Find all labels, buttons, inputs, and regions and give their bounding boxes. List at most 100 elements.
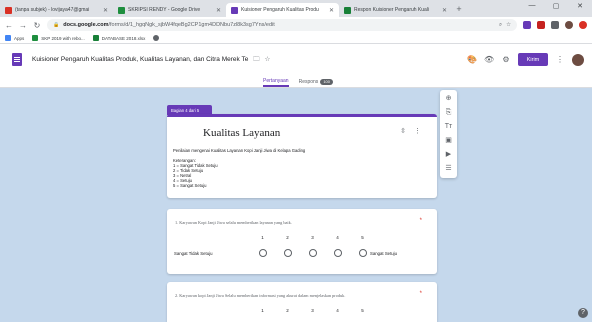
radio-button[interactable] [283,249,292,257]
bookmark-label: DATABASE 2018.xlsx [101,35,146,41]
google-drive-icon [118,6,125,14]
scale-number: 5 [361,308,364,313]
floating-toolbar: ⊕ ⎘ Tт ▣ ▶ ☰ [440,90,457,178]
bookmark-label: Apps [14,35,25,41]
scale-number: 2 [286,308,289,313]
scale-number: 4 [336,235,339,240]
google-forms-icon [231,6,238,14]
sheets-icon [92,35,99,41]
add-image-icon[interactable]: ▣ [444,136,454,146]
gmail-icon [5,6,12,14]
section-header-card[interactable]: Kualitas Layanan ⇳ ⋮ Penilaian mengenai … [167,114,437,198]
send-button[interactable]: Kirim [518,53,548,66]
question-card[interactable]: 2. Karyawan kopi Janji Jiwa Selalu membe… [167,282,437,322]
scale-option-2[interactable] [275,249,300,257]
question-text: 1. Karyawan Kopi Janji Jiwa selalu membe… [175,220,292,225]
reload-icon[interactable]: ↻ [33,21,41,30]
scale-number: 1 [261,235,264,240]
question-card[interactable]: 1. Karyawan Kopi Janji Jiwa selalu membe… [167,209,437,274]
close-icon[interactable]: ✕ [329,7,334,14]
address-bar[interactable]: 🔒 docs.google.com/forms/d/1_hgqNgk_sjbW4… [47,19,517,31]
section-actions: ⇳ ⋮ [400,127,421,135]
extension-icon[interactable] [537,21,545,29]
form-title[interactable]: Kuisioner Pengaruh Kualitas Produk, Kual… [32,55,270,66]
help-icon[interactable]: ? [578,308,588,318]
scale-number: 3 [311,308,314,313]
browser-tab-form[interactable]: Kuisioner Pengaruh Kualitas Produ ✕ [226,3,339,17]
bookmarks-bar: Apps SKP 2019 with rebo... DATABASE 2018… [0,33,592,44]
radio-button[interactable] [308,249,317,257]
responses-count-badge: 100 [320,78,333,85]
tab-label: (tanpa subjek) - lovijaya47@gmai [15,7,90,13]
radio-button[interactable] [258,249,267,257]
scale-high-label: Sangat Setuju [370,251,397,256]
radio-button[interactable] [358,249,367,257]
description-line: 5 = Sangat Setuju [173,183,207,188]
scale-option-3[interactable] [300,249,325,257]
star-icon[interactable]: ☆ [264,56,270,63]
scale-option-4[interactable] [325,249,350,257]
folder-icon[interactable]: 🗀 [253,56,260,63]
import-questions-icon[interactable]: ⎘ [444,108,454,118]
scale-low-label: Sangat Tidak Setuju [174,251,213,256]
avatar[interactable] [572,53,584,66]
add-section-icon[interactable]: ☰ [444,164,454,174]
tab-questions[interactable]: Pertanyaan [263,76,289,87]
tab-label: Kuisioner Pengaruh Kualitas Produ [241,7,319,13]
bookmark-skp[interactable]: SKP 2019 with rebo... [32,35,85,41]
new-tab-button[interactable]: + [452,3,466,17]
menu-icon[interactable] [579,21,587,29]
palette-icon[interactable]: 🎨 [467,55,477,65]
close-window-icon[interactable]: ✕ [568,2,592,10]
scale-numbers: 1 2 3 4 5 [250,308,375,313]
scale-numbers: 1 2 3 4 5 [250,235,375,240]
collapse-icon[interactable]: ⇳ [400,127,406,135]
tab-label: SKRIPSI RENDY - Google Drive [128,7,201,13]
tab-responses[interactable]: Respons 100 [299,76,333,87]
google-forms-logo-icon[interactable] [12,53,22,66]
tab-label: Pertanyaan [263,77,289,84]
browser-tab-sheets[interactable]: Respon Kuisioner Pengaruh Kuali ✕ [339,3,452,17]
scale-option-1[interactable] [250,249,275,257]
profile-avatar-icon[interactable] [565,21,573,29]
add-title-icon[interactable]: Tт [444,122,454,132]
section-title[interactable]: Kualitas Layanan [203,127,280,139]
url-path: /forms/d/1_hgqNgk_sjbW4fqeBg2CP1gm4DDNbu… [108,22,275,28]
form-tabs: Pertanyaan Respons 100 [263,76,333,87]
back-icon[interactable]: ← [5,21,13,30]
maximize-icon[interactable]: ▢ [544,2,568,10]
required-asterisk: * [419,218,422,224]
forward-icon[interactable]: → [19,21,27,30]
close-icon[interactable]: ✕ [103,7,108,14]
section-description[interactable]: Penilaian mengenai Kualitas Layanan Kopi… [173,148,305,188]
tab-label: Respon Kuisioner Pengaruh Kuali [354,7,430,13]
more-vert-icon[interactable]: ⋮ [555,55,565,65]
puzzle-icon[interactable] [551,21,559,29]
question-text: 2. Karyawan kopi Janji Jiwa Selalu membe… [175,293,346,298]
close-icon[interactable]: ✕ [442,7,447,14]
more-vert-icon[interactable]: ⋮ [414,127,421,135]
browser-tab-strip: (tanpa subjek) - lovijaya47@gmai ✕ SKRIP… [0,0,592,17]
extension-icon[interactable] [523,21,531,29]
browser-tab-gmail[interactable]: (tanpa subjek) - lovijaya47@gmai ✕ [0,3,113,17]
bookmark-apps[interactable]: Apps [5,35,24,41]
settings-gear-icon[interactable]: ⚙ [501,55,511,65]
radio-button[interactable] [333,249,342,257]
lock-icon: 🔒 [53,22,60,28]
google-sheets-icon [344,6,351,14]
preview-eye-icon[interactable]: 👁 [484,55,494,65]
close-icon[interactable]: ✕ [216,7,221,14]
bookmark-star-icon[interactable]: ☆ [506,22,511,28]
forms-header: Kuisioner Pengaruh Kualitas Produk, Kual… [0,44,592,88]
bookmark-globe[interactable] [153,35,160,41]
add-question-icon[interactable]: ⊕ [444,94,454,104]
address-toolbar: ← → ↻ 🔒 docs.google.com/forms/d/1_hgqNgk… [0,17,592,33]
minimize-icon[interactable]: — [520,2,544,10]
browser-tab-drive[interactable]: SKRIPSI RENDY - Google Drive ✕ [113,3,226,17]
scale-number: 2 [286,235,289,240]
add-video-icon[interactable]: ▶ [444,150,454,160]
bookmark-database[interactable]: DATABASE 2018.xlsx [92,35,146,41]
window-controls: — ▢ ✕ [520,2,592,10]
url-host: docs.google.com [63,22,109,28]
zoom-icon[interactable]: ⌕ [499,22,502,29]
